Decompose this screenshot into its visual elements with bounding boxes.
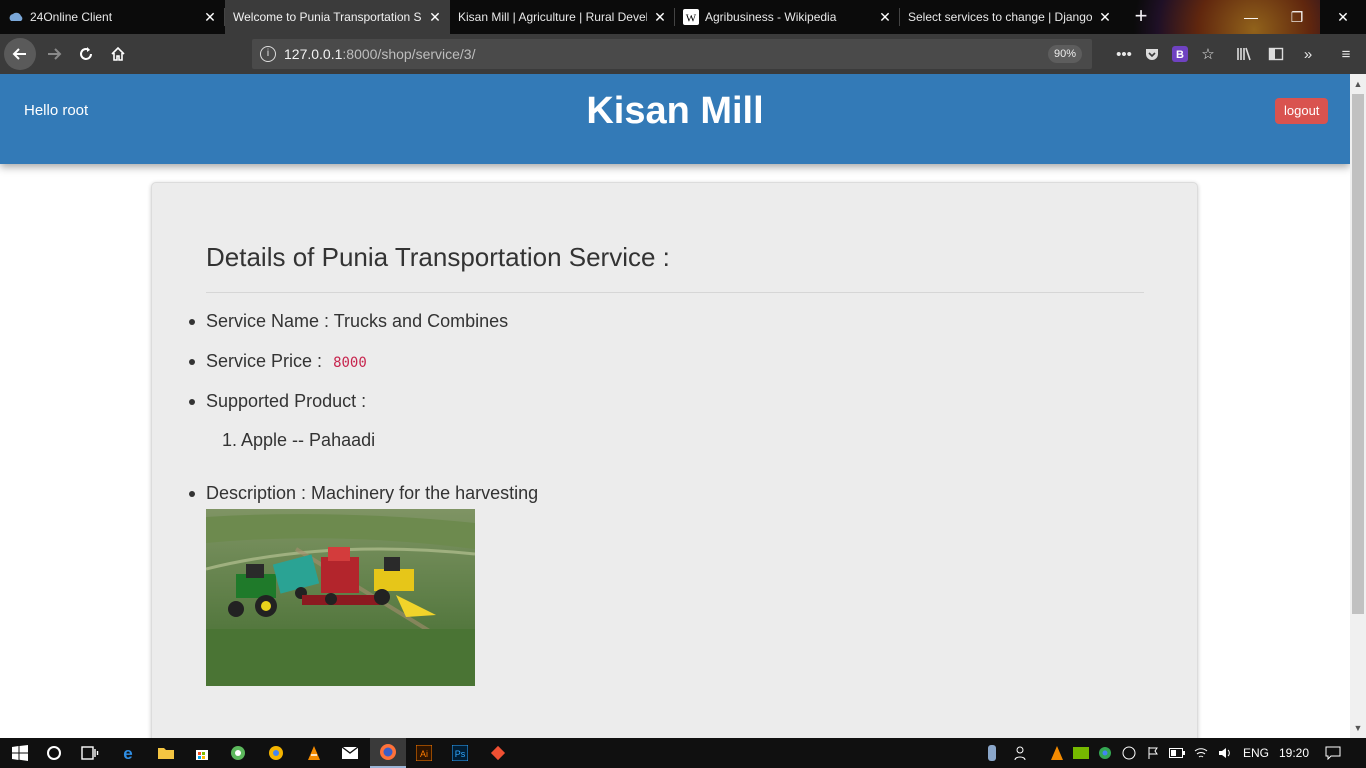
scroll-thumb[interactable] [1352, 94, 1364, 614]
chrome-canary-icon[interactable] [258, 738, 294, 768]
menu-icon[interactable]: ≡ [1334, 42, 1358, 66]
close-icon[interactable]: ✕ [203, 9, 217, 26]
tab-django-services[interactable]: Select services to change | Django s ✕ [900, 0, 1120, 34]
forward-icon[interactable] [38, 38, 70, 70]
tab-agribusiness[interactable]: W Agribusiness - Wikipedia ✕ [675, 0, 900, 34]
tab-title: Kisan Mill | Agriculture | Rural Devel [458, 10, 647, 24]
tab-title: Welcome to Punia Transportation S [233, 10, 422, 24]
service-description: Description : Machinery for the harvesti… [206, 483, 539, 503]
mail-icon[interactable] [332, 738, 368, 768]
page-title: Details of Punia Transportation Service … [206, 242, 670, 272]
restore-icon[interactable]: ❐ [1274, 0, 1320, 34]
language-indicator[interactable]: ENG [1240, 738, 1272, 768]
page-actions-icon[interactable]: ••• [1112, 42, 1136, 66]
machinery-image [206, 509, 475, 686]
windows-start-icon[interactable] [2, 738, 38, 768]
svg-text:B: B [1176, 49, 1184, 61]
tab-24online[interactable]: 24Online Client ✕ [0, 0, 225, 34]
git-icon[interactable] [480, 738, 516, 768]
chrome-tray-icon[interactable] [1094, 738, 1116, 768]
bullet [189, 491, 195, 497]
volume-icon[interactable] [1214, 738, 1236, 768]
svg-text:e: e [123, 744, 132, 762]
firefox-icon[interactable] [370, 738, 406, 768]
supported-product-label: Supported Product : [206, 391, 367, 411]
service-details-card: Details of Punia Transportation Service … [151, 182, 1198, 738]
bullet [189, 319, 195, 325]
nav-toolbar: i 127.0.0.1:8000/shop/service/3/ 90% •••… [0, 34, 1366, 74]
close-icon[interactable]: ✕ [878, 9, 892, 26]
cloud-icon [8, 9, 24, 25]
home-icon[interactable] [102, 38, 134, 70]
list-item-supported-product: Supported Product : [189, 391, 367, 412]
vlc-tray-icon[interactable] [1046, 738, 1068, 768]
overflow-icon[interactable]: » [1296, 42, 1320, 66]
svg-text:Ai: Ai [420, 749, 428, 759]
url-bar[interactable]: i 127.0.0.1:8000/shop/service/3/ 90% [252, 39, 1092, 69]
library-icon[interactable] [1232, 42, 1256, 66]
list-item-service-price: Service Price : 8000 [189, 351, 367, 372]
page-viewport: Hello root Kisan Mill logout Details of … [0, 74, 1350, 738]
tab-title: Agribusiness - Wikipedia [705, 10, 837, 24]
divider [206, 292, 1144, 293]
tab-strip: 24Online Client ✕ Welcome to Punia Trans… [0, 0, 1366, 74]
service-price-value: 8000 [333, 355, 367, 371]
close-window-icon[interactable]: ✕ [1320, 0, 1366, 34]
people-icon[interactable] [1010, 738, 1034, 768]
app-green-icon[interactable] [220, 738, 256, 768]
tab-kisan-mill[interactable]: Kisan Mill | Agriculture | Rural Devel ✕ [450, 0, 675, 34]
tab-title: Select services to change | Django s [908, 10, 1092, 24]
zoom-level[interactable]: 90% [1047, 45, 1082, 63]
minimize-icon[interactable]: — [1228, 0, 1274, 34]
scroll-up-icon[interactable]: ▲ [1350, 76, 1366, 92]
sidebar-icon[interactable] [1264, 42, 1288, 66]
bullet [189, 399, 195, 405]
close-icon[interactable]: ✕ [653, 9, 667, 26]
edge-icon[interactable]: e [110, 738, 146, 768]
logout-button[interactable]: logout [1275, 98, 1329, 124]
scroll-down-icon[interactable]: ▼ [1350, 720, 1366, 736]
wifi-icon[interactable] [1190, 738, 1212, 768]
tab-punia-transportation[interactable]: Welcome to Punia Transportation S ✕ [225, 0, 450, 34]
taskbar: e Ai Ps ENG 19:20 [0, 738, 1366, 768]
back-icon[interactable] [4, 38, 36, 70]
wikipedia-icon: W [683, 9, 699, 25]
photoshop-icon[interactable]: Ps [442, 738, 478, 768]
product-item: 1. Apple -- Pahaadi [222, 430, 376, 450]
bullet [189, 359, 195, 365]
tray-app-icon[interactable] [980, 738, 1004, 768]
search-icon[interactable] [36, 738, 72, 768]
service-name: Service Name : Trucks and Combines [206, 311, 509, 331]
vlc-icon[interactable] [296, 738, 332, 768]
bookmark-star-icon[interactable]: ☆ [1196, 42, 1220, 66]
list-item-description: Description : Machinery for the harvesti… [189, 483, 539, 504]
task-view-icon[interactable] [72, 738, 108, 768]
url-host: 127.0.0.1 [284, 46, 343, 62]
close-icon[interactable]: ✕ [1098, 9, 1112, 26]
info-icon[interactable]: i [260, 46, 276, 62]
close-icon[interactable]: ✕ [428, 9, 442, 26]
reload-icon[interactable] [70, 38, 102, 70]
svg-text:Ps: Ps [455, 749, 466, 759]
tab-title: 24Online Client [30, 10, 113, 24]
pocket-icon[interactable] [1140, 42, 1164, 66]
site-header: Hello root Kisan Mill logout [0, 74, 1350, 164]
illustrator-icon[interactable]: Ai [406, 738, 442, 768]
flag-icon[interactable] [1142, 738, 1164, 768]
notifications-icon[interactable] [1322, 738, 1344, 768]
service-price-label: Service Price : [206, 351, 323, 371]
svg-text:W: W [686, 13, 697, 25]
bootstrap-extension-icon[interactable]: B [1168, 42, 1192, 66]
list-item-service-name: Service Name : Trucks and Combines [189, 311, 509, 332]
network-tray-icon[interactable] [1118, 738, 1140, 768]
store-icon[interactable] [184, 738, 220, 768]
url-path: :8000/shop/service/3/ [342, 46, 476, 62]
file-explorer-icon[interactable] [148, 738, 184, 768]
clock[interactable]: 19:20 [1276, 738, 1312, 768]
vertical-scrollbar[interactable]: ▲ ▼ [1350, 74, 1366, 738]
brand-title[interactable]: Kisan Mill [0, 90, 1350, 133]
nvidia-icon[interactable] [1070, 738, 1092, 768]
battery-icon[interactable] [1166, 738, 1188, 768]
new-tab-icon[interactable]: + [1130, 5, 1152, 29]
